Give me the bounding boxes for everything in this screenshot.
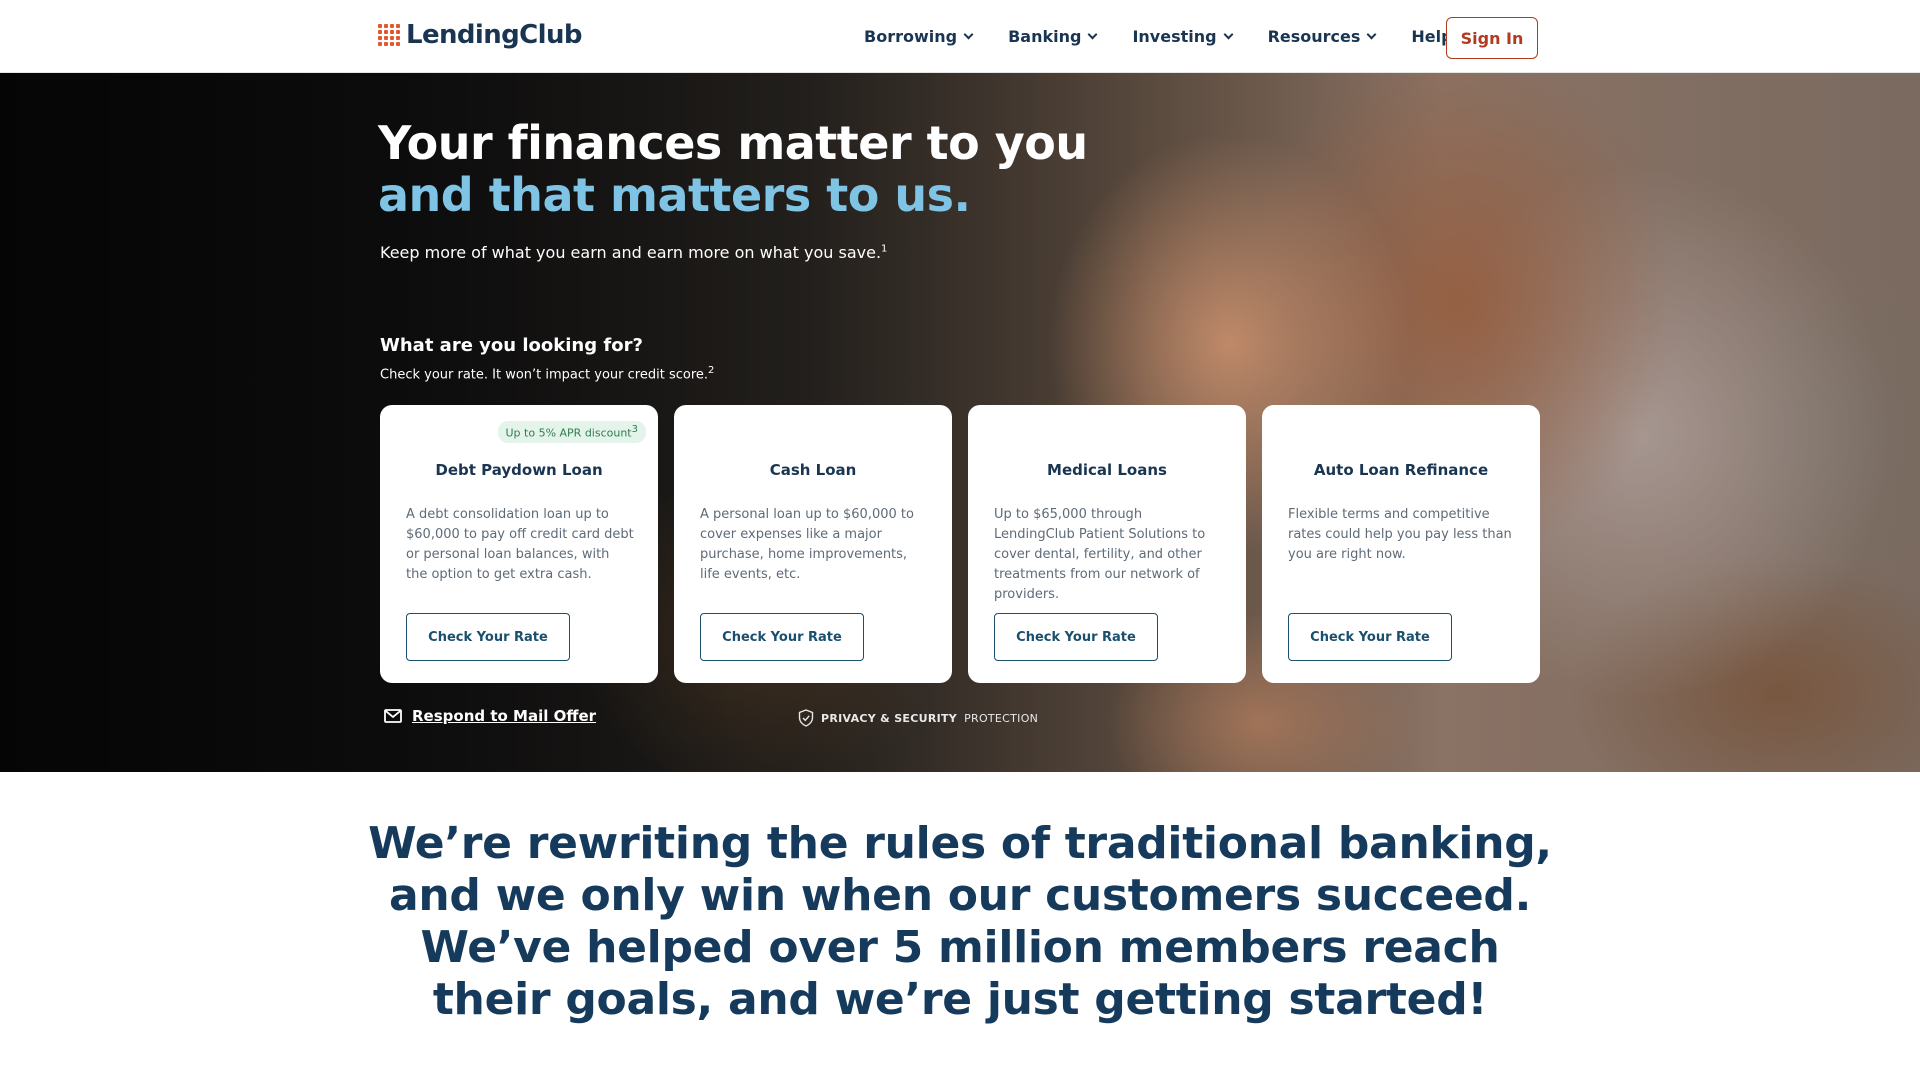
chevron-down-icon: [1087, 29, 1098, 40]
nav-borrowing[interactable]: Borrowing: [864, 27, 974, 46]
card-title: Auto Loan Refinance: [1313, 461, 1489, 479]
privacy-security-label: PRIVACY & SECURITY: [821, 711, 958, 725]
logo-text: LendingClub: [406, 20, 582, 50]
chevron-down-icon: [1223, 29, 1234, 40]
footnote-1[interactable]: 1: [881, 244, 887, 255]
main-nav: Borrowing Banking Investing Resources He…: [864, 0, 1504, 73]
card-description: A debt consolidation loan up to $60,000 …: [406, 507, 634, 582]
card-auto-loan-refinance[interactable]: Auto Loan Refinance Flexible terms and c…: [1262, 405, 1540, 683]
check-your-rate-button[interactable]: Check Your Rate: [700, 613, 864, 661]
looking-for-heading: What are you looking for?: [380, 335, 643, 356]
nav-investing[interactable]: Investing: [1132, 27, 1234, 46]
hero-title-line1: Your finances matter to you: [378, 116, 1088, 170]
check-your-rate-button[interactable]: Check Your Rate: [1288, 613, 1452, 661]
card-description: Flexible terms and competitive rates cou…: [1288, 507, 1512, 562]
respond-to-mail-offer-link[interactable]: Respond to Mail Offer: [384, 707, 596, 725]
card-debt-paydown-loan[interactable]: Up to 5% APR discount3 Debt Paydown Loan…: [380, 405, 658, 683]
envelope-icon: [384, 709, 402, 723]
sign-in-button[interactable]: Sign In: [1446, 17, 1538, 59]
check-your-rate-button[interactable]: Check Your Rate: [994, 613, 1158, 661]
lendingclub-logo[interactable]: LendingClub: [378, 20, 582, 50]
hero-section: Your finances matter to you and that mat…: [0, 73, 1920, 772]
apr-discount-text: Up to 5% APR discount: [505, 426, 632, 440]
check-your-rate-button[interactable]: Check Your Rate: [406, 613, 570, 661]
chevron-down-icon: [1366, 29, 1377, 40]
hero-subtitle-text: Keep more of what you earn and earn more…: [380, 243, 882, 262]
apr-discount-badge: Up to 5% APR discount3: [497, 421, 646, 443]
protection-label: PROTECTION: [964, 711, 1039, 725]
nav-resources-label: Resources: [1267, 27, 1361, 46]
card-medical-loans[interactable]: Medical Loans Up to $65,000 through Lend…: [968, 405, 1246, 683]
shield-check-icon: [798, 709, 814, 727]
logo-grid-icon: [378, 24, 400, 46]
card-cash-loan[interactable]: Cash Loan A personal loan up to $60,000 …: [674, 405, 952, 683]
looking-for-subtext: Check your rate. It won’t impact your cr…: [380, 365, 714, 382]
privacy-security-badge[interactable]: PRIVACY & SECURITY PROTECTION: [798, 709, 1038, 727]
footnote-3[interactable]: 3: [632, 424, 638, 435]
site-header: LendingClub Borrowing Banking Investing …: [0, 0, 1920, 73]
card-title: Cash Loan: [769, 461, 857, 479]
loan-cards: Up to 5% APR discount3 Debt Paydown Loan…: [380, 405, 1540, 683]
nav-borrowing-label: Borrowing: [864, 27, 958, 46]
respond-to-mail-offer-label: Respond to Mail Offer: [412, 707, 597, 725]
hero-title: Your finances matter to you and that mat…: [378, 117, 1088, 221]
card-title: Debt Paydown Loan: [435, 461, 603, 479]
mission-statement: We’re rewriting the rules of traditional…: [368, 818, 1552, 1025]
looking-for-subtext-text: Check your rate. It won’t impact your cr…: [380, 367, 709, 383]
nav-banking[interactable]: Banking: [1008, 27, 1098, 46]
nav-banking-label: Banking: [1008, 27, 1082, 46]
card-title: Medical Loans: [1047, 461, 1167, 479]
hero-subtitle: Keep more of what you earn and earn more…: [380, 243, 887, 262]
footnote-2[interactable]: 2: [708, 365, 714, 376]
nav-investing-label: Investing: [1132, 27, 1217, 46]
chevron-down-icon: [963, 29, 974, 40]
nav-resources[interactable]: Resources: [1267, 27, 1377, 46]
hero-title-line2: and that matters to us.: [378, 168, 971, 222]
card-description: Up to $65,000 through LendingClub Patien…: [994, 507, 1206, 602]
card-description: A personal loan up to $60,000 to cover e…: [700, 507, 914, 582]
